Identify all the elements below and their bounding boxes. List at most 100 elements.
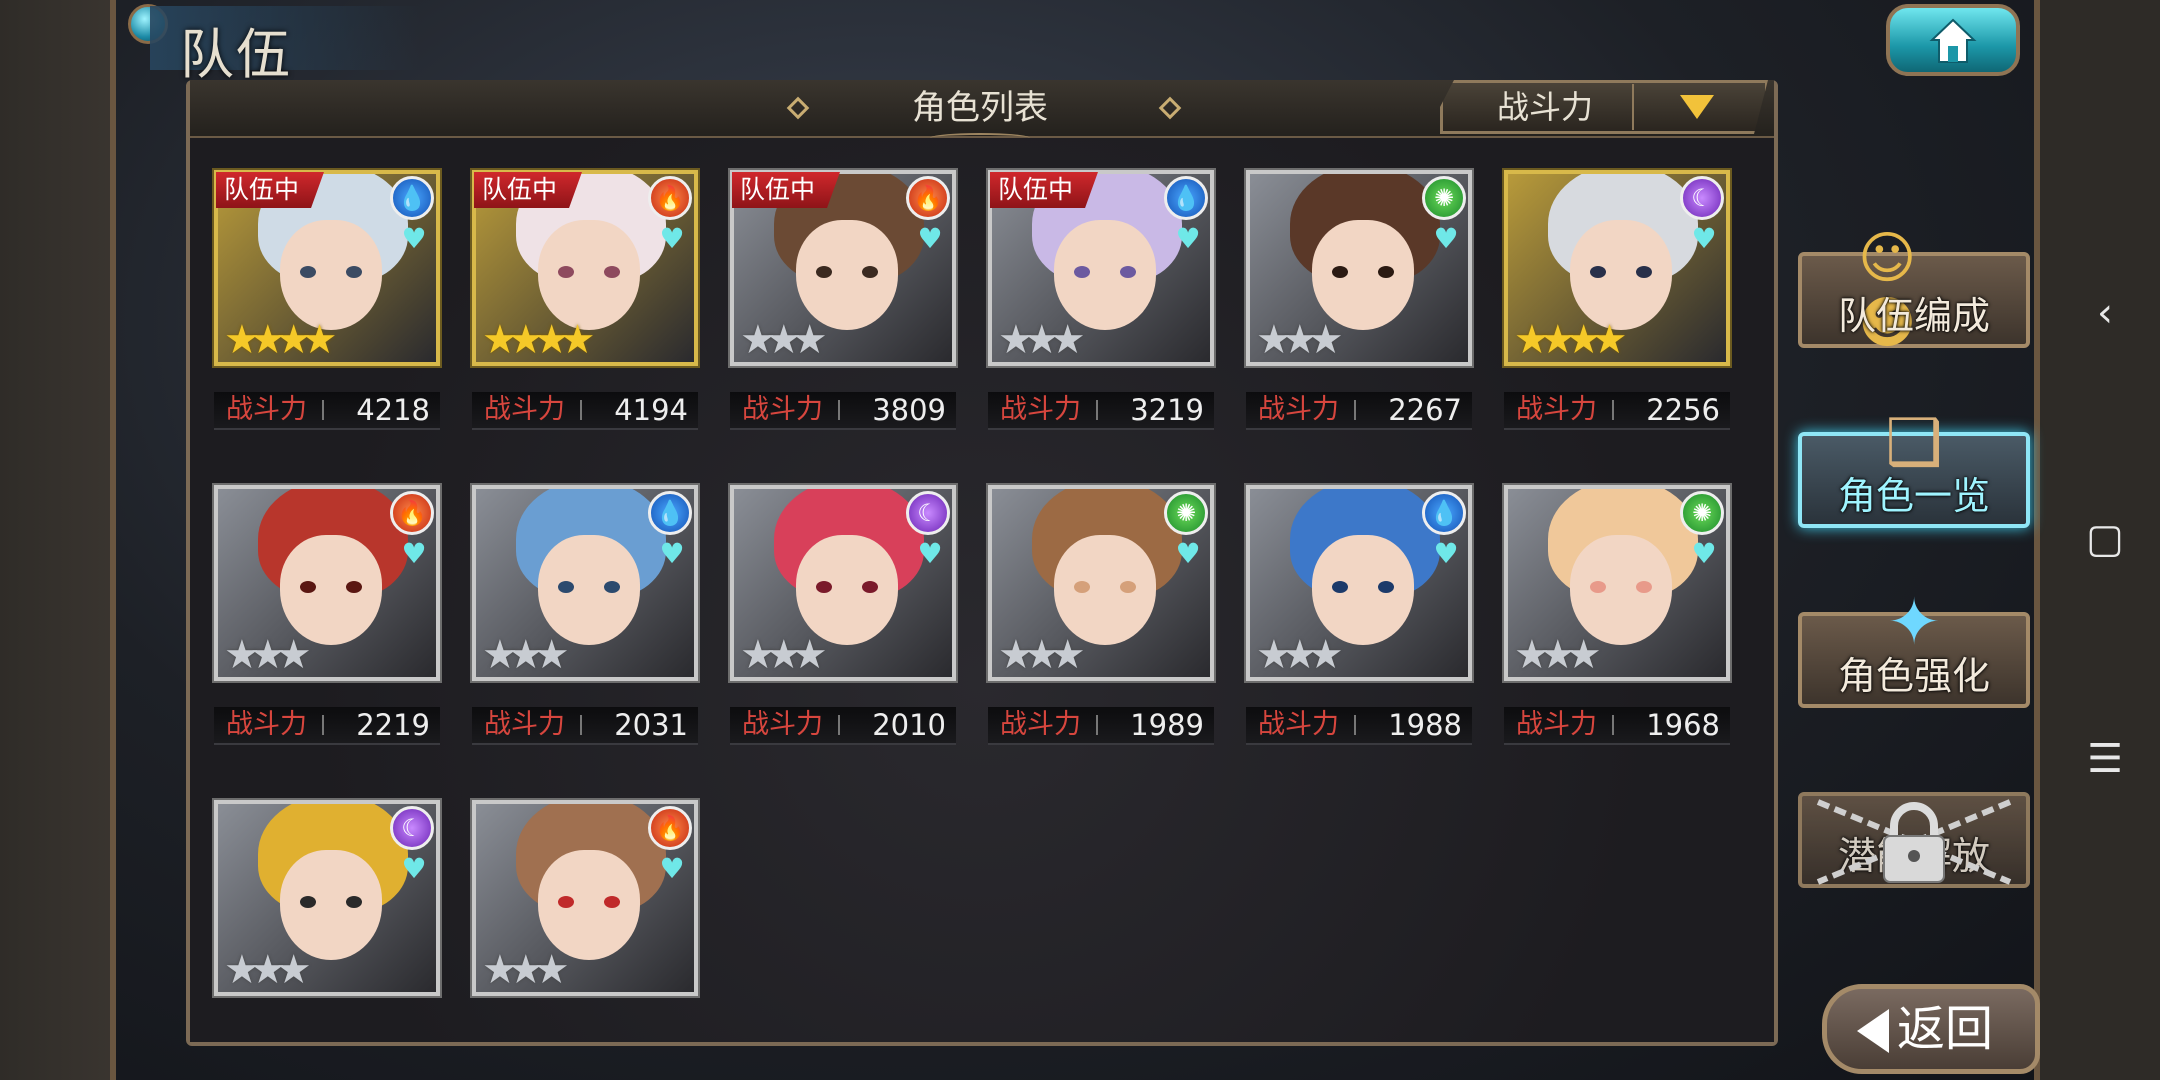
heart-icon: ♥ xyxy=(1433,537,1459,570)
power-divider xyxy=(1612,715,1614,735)
flame-icon: 🔥 xyxy=(648,176,692,220)
character-card[interactable]: ☾ ♥ ★★★ xyxy=(212,798,442,998)
power-divider xyxy=(322,715,324,735)
moon-icon: ☾ xyxy=(906,491,950,535)
power-divider xyxy=(322,400,324,420)
character-card[interactable]: 队伍中 💧 ♥ ★★★ xyxy=(986,168,1216,368)
droplet-icon: 💧 xyxy=(648,491,692,535)
heart-icon: ♥ xyxy=(1175,222,1201,255)
rarity-stars: ★★★ xyxy=(482,947,570,993)
android-recents-icon[interactable]: ▢ xyxy=(2080,516,2130,562)
screen-title-text: 队伍 xyxy=(180,23,292,86)
heart-icon: ♥ xyxy=(401,222,427,255)
rarity-stars: ★★★ xyxy=(1256,317,1344,363)
power-divider xyxy=(1612,400,1614,420)
character-card[interactable]: ☾ ♥ ★★★ xyxy=(728,483,958,683)
power-label: 战斗力 xyxy=(742,394,823,425)
menu-label: 角色强化 xyxy=(1837,654,1990,698)
power-value: 4194 xyxy=(614,393,688,427)
rarity-stars: ★★★ xyxy=(740,317,828,363)
sort-divider xyxy=(1632,84,1634,130)
droplet-icon: 💧 xyxy=(1422,491,1466,535)
power-divider xyxy=(1354,715,1356,735)
swirl-icon: ✺ xyxy=(1680,491,1724,535)
back-button-label: 返回 xyxy=(1897,1001,1994,1057)
menu-label: 队伍编成 xyxy=(1837,294,1990,338)
menu-team-formation-button[interactable]: ☺☻ 队伍编成 xyxy=(1798,226,2030,356)
power-bar: 战斗力 2010 xyxy=(730,707,956,745)
character-card[interactable]: 🔥 ♥ ★★★ xyxy=(212,483,442,683)
power-value: 2031 xyxy=(614,708,688,742)
power-label: 战斗力 xyxy=(226,709,307,740)
power-value: 2219 xyxy=(356,708,430,742)
screen-title: 队伍 xyxy=(150,6,420,86)
heart-icon: ♥ xyxy=(401,537,427,570)
power-bar: 战斗力 2256 xyxy=(1504,392,1730,430)
in-team-badge: 队伍中 xyxy=(216,172,324,208)
left-letterbox xyxy=(0,0,120,1080)
rarity-stars: ★★★★ xyxy=(1514,317,1627,363)
android-menu-icon[interactable]: ☰ xyxy=(2080,736,2130,782)
panel-title: 角色列表 xyxy=(912,88,1048,128)
power-bar: 战斗力 3219 xyxy=(988,392,1214,430)
character-card[interactable]: ✺ ♥ ★★★ xyxy=(986,483,1216,683)
power-value: 2267 xyxy=(1388,393,1462,427)
moon-icon: ☾ xyxy=(1680,176,1724,220)
power-label: 战斗力 xyxy=(1258,709,1339,740)
power-label: 战斗力 xyxy=(1516,709,1597,740)
power-label: 战斗力 xyxy=(1000,394,1081,425)
power-label: 战斗力 xyxy=(1516,394,1597,425)
heart-icon: ♥ xyxy=(1691,537,1717,570)
home-icon xyxy=(1929,18,1977,63)
character-card[interactable]: 💧 ♥ ★★★ xyxy=(1244,483,1474,683)
power-divider xyxy=(1096,715,1098,735)
rarity-stars: ★★★ xyxy=(740,632,828,678)
swirl-icon: ✺ xyxy=(1422,176,1466,220)
heart-icon: ♥ xyxy=(659,222,685,255)
back-button[interactable]: 返回 xyxy=(1822,984,2040,1074)
rarity-stars: ★★★ xyxy=(1256,632,1344,678)
heart-icon: ♥ xyxy=(401,852,427,885)
moon-icon: ☾ xyxy=(390,806,434,850)
character-card[interactable]: 队伍中 💧 ♥ ★★★★ xyxy=(212,168,442,368)
power-value: 4218 xyxy=(356,393,430,427)
power-divider xyxy=(1354,400,1356,420)
power-bar: 战斗力 2031 xyxy=(472,707,698,745)
character-card[interactable]: ✺ ♥ ★★★ xyxy=(1502,483,1732,683)
android-back-icon[interactable]: ‹ xyxy=(2080,290,2130,336)
chevron-down-icon[interactable] xyxy=(1680,95,1714,119)
power-bar: 战斗力 1988 xyxy=(1246,707,1472,745)
rarity-stars: ★★★ xyxy=(998,317,1086,363)
power-divider xyxy=(1096,400,1098,420)
flame-icon: 🔥 xyxy=(648,806,692,850)
power-value: 1989 xyxy=(1130,708,1204,742)
character-card[interactable]: ☾ ♥ ★★★★ xyxy=(1502,168,1732,368)
rarity-stars: ★★★ xyxy=(224,632,312,678)
menu-character-enhance-button[interactable]: ✦ 角色强化 xyxy=(1798,586,2030,708)
flame-icon: 🔥 xyxy=(390,491,434,535)
power-value: 2256 xyxy=(1646,393,1720,427)
power-label: 战斗力 xyxy=(226,394,307,425)
character-card[interactable]: ✺ ♥ ★★★ xyxy=(1244,168,1474,368)
rarity-stars: ★★★ xyxy=(998,632,1086,678)
character-card[interactable]: 🔥 ♥ ★★★ xyxy=(470,798,700,998)
power-divider xyxy=(838,715,840,735)
menu-character-list-button[interactable]: ❑ 角色一览 xyxy=(1798,406,2030,528)
rarity-stars: ★★★ xyxy=(224,947,312,993)
power-bar: 战斗力 2267 xyxy=(1246,392,1472,430)
character-card[interactable]: 💧 ♥ ★★★ xyxy=(470,483,700,683)
power-bar: 战斗力 1989 xyxy=(988,707,1214,745)
power-label: 战斗力 xyxy=(484,394,565,425)
swirl-icon: ✺ xyxy=(1164,491,1208,535)
character-card[interactable]: 队伍中 🔥 ♥ ★★★★ xyxy=(470,168,700,368)
in-team-badge: 队伍中 xyxy=(732,172,840,208)
heart-icon: ♥ xyxy=(1175,537,1201,570)
menu-label: 角色一览 xyxy=(1837,474,1990,518)
home-button[interactable] xyxy=(1886,4,2020,76)
rarity-stars: ★★★ xyxy=(1514,632,1602,678)
character-card[interactable]: 队伍中 🔥 ♥ ★★★ xyxy=(728,168,958,368)
power-value: 3809 xyxy=(872,393,946,427)
power-value: 1968 xyxy=(1646,708,1720,742)
power-value: 3219 xyxy=(1130,393,1204,427)
power-label: 战斗力 xyxy=(742,709,823,740)
